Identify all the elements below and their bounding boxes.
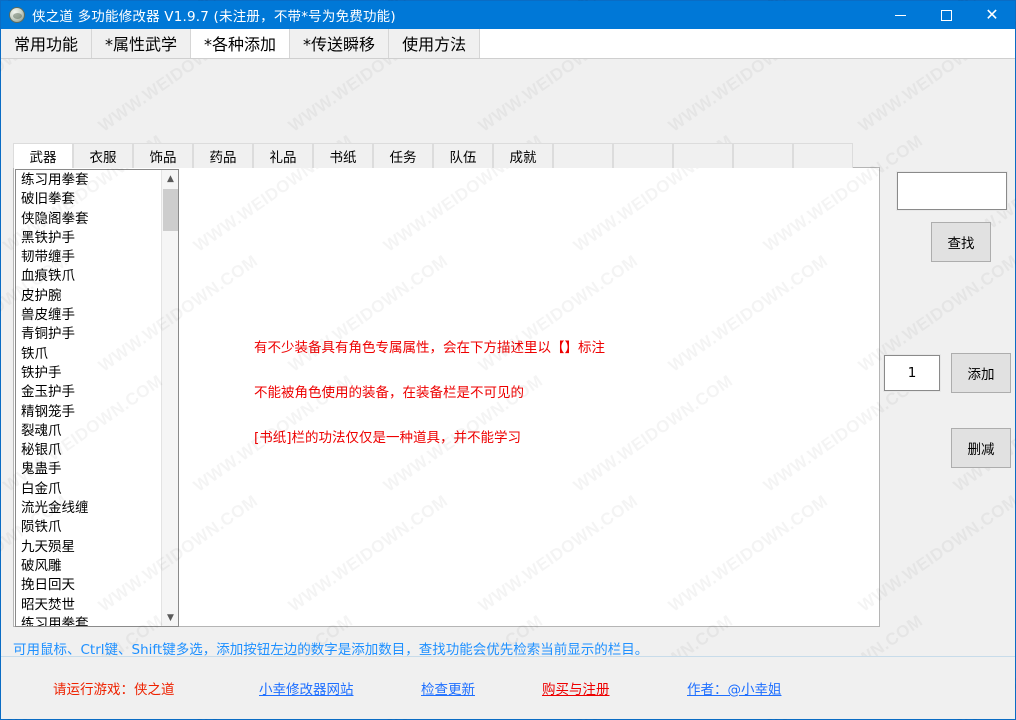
sub-tab-13[interactable] <box>793 143 853 168</box>
description-line-1: 不能被角色使用的装备，在装备栏是不可见的 <box>254 385 524 401</box>
list-item[interactable]: 裂魂爪 <box>16 422 161 441</box>
description-notes: 有不少装备具有角色专属属性，会在下方描述里以【】标注 不能被角色使用的装备，在装备… <box>254 336 605 471</box>
list-scrollbar[interactable]: ▲ ▼ <box>161 170 178 626</box>
site-link[interactable]: 小幸修改器网站 <box>259 678 354 698</box>
sub-tab-0[interactable]: 武器 <box>13 143 73 168</box>
content-area: 武器 衣服 饰品 药品 礼品 书纸 任务 队伍 成就 有不少装备具有角色专属属性，会在下方描述里… <box>1 59 1015 719</box>
description-line-2: [书纸]栏的功法仅仅是一种道具，并不能学习 <box>254 430 522 446</box>
sub-tab-bar: 武器 衣服 饰品 药品 礼品 书纸 任务 队伍 成就 <box>13 143 853 168</box>
sub-tab-10[interactable] <box>613 143 673 168</box>
sub-tab-6[interactable]: 任务 <box>373 143 433 168</box>
close-button[interactable]: ✕ <box>969 1 1015 29</box>
sub-tab-8[interactable]: 成就 <box>493 143 553 168</box>
list-item[interactable]: 兽皮缠手 <box>16 306 161 325</box>
list-item[interactable]: 练习用拳套 <box>16 171 161 190</box>
title-bar: 侠之道 多功能修改器 V1.9.7 (未注册，不带*号为免费功能) ✕ <box>1 1 1015 29</box>
list-item[interactable]: 金玉护手 <box>16 383 161 402</box>
check-update-link[interactable]: 检查更新 <box>421 678 475 698</box>
list-item[interactable]: 鬼蛊手 <box>16 460 161 479</box>
sub-tab-12[interactable] <box>733 143 793 168</box>
run-game-status: 请运行游戏：侠之道 <box>53 682 175 698</box>
list-item[interactable]: 皮护腕 <box>16 287 161 306</box>
app-sphere-icon <box>9 7 25 23</box>
sub-tab-2[interactable]: 饰品 <box>133 143 193 168</box>
minimize-button[interactable] <box>877 1 923 29</box>
purchase-link[interactable]: 购买与注册 <box>542 678 610 698</box>
chevron-up-icon[interactable]: ▲ <box>162 170 178 187</box>
list-item[interactable]: 挽日回天 <box>16 576 161 595</box>
sub-tab-9[interactable] <box>553 143 613 168</box>
list-item[interactable]: 侠隐阁拳套 <box>16 210 161 229</box>
maximize-icon <box>940 9 952 21</box>
main-tab-3[interactable]: *传送瞬移 <box>290 28 390 58</box>
list-item[interactable]: 九天殒星 <box>16 538 161 557</box>
minimize-icon <box>894 14 906 16</box>
remove-button[interactable]: 删减 <box>951 428 1011 468</box>
list-item[interactable]: 破旧拳套 <box>16 190 161 209</box>
sub-tab-1[interactable]: 衣服 <box>73 143 133 168</box>
main-tab-0[interactable]: 常用功能 <box>1 28 93 58</box>
sub-tab-11[interactable] <box>673 143 733 168</box>
find-button[interactable]: 查找 <box>931 222 991 262</box>
list-item[interactable]: 韧带缠手 <box>16 248 161 267</box>
list-item[interactable]: 铁护手 <box>16 364 161 383</box>
add-button[interactable]: 添加 <box>951 353 1011 393</box>
footer-bar: 请运行游戏：侠之道 小幸修改器网站 检查更新 购买与注册 作者：@小幸姐 <box>1 656 1015 719</box>
sub-tab-4[interactable]: 礼品 <box>253 143 313 168</box>
description-line-0: 有不少装备具有角色专属属性，会在下方描述里以【】标注 <box>254 340 605 356</box>
sub-tab-5[interactable]: 书纸 <box>313 143 373 168</box>
list-item[interactable]: 青铜护手 <box>16 325 161 344</box>
app-window: 侠之道 多功能修改器 V1.9.7 (未注册，不带*号为免费功能) ✕ 常用功能… <box>0 0 1016 720</box>
list-item[interactable]: 破风雕 <box>16 557 161 576</box>
item-list[interactable]: 练习用拳套 破旧拳套 侠隐阁拳套 黑铁护手 韧带缠手 血痕铁爪 皮护腕 兽皮缠手 青铜护手 铁爪铁… <box>16 170 161 626</box>
list-item[interactable]: 黑铁护手 <box>16 229 161 248</box>
list-item[interactable]: 流光金线缠 <box>16 499 161 518</box>
sub-tab-7[interactable]: 队伍 <box>433 143 493 168</box>
main-tab-4[interactable]: 使用方法 <box>389 28 481 58</box>
sub-tab-3[interactable]: 药品 <box>193 143 253 168</box>
list-item[interactable]: 陨铁爪 <box>16 518 161 537</box>
list-item[interactable]: 白金爪 <box>16 480 161 499</box>
main-tab-bar: 常用功能 *属性武学 *各种添加 *传送瞬移 使用方法 <box>1 28 1015 59</box>
maximize-button[interactable] <box>923 1 969 29</box>
search-input[interactable] <box>896 171 1008 211</box>
window-controls: ✕ <box>877 1 1015 29</box>
scrollbar-thumb[interactable] <box>163 189 178 231</box>
main-tab-2[interactable]: *各种添加 <box>191 28 291 58</box>
list-item[interactable]: 昭天焚世 <box>16 596 161 615</box>
close-icon: ✕ <box>985 5 999 24</box>
list-item[interactable]: 血痕铁爪 <box>16 267 161 286</box>
list-item[interactable]: 秘银爪 <box>16 441 161 460</box>
author-link[interactable]: 作者：@小幸姐 <box>687 678 782 698</box>
quantity-input[interactable]: 1 <box>883 354 941 392</box>
item-listbox[interactable]: 练习用拳套 破旧拳套 侠隐阁拳套 黑铁护手 韧带缠手 血痕铁爪 皮护腕 兽皮缠手 青铜护手 铁爪铁… <box>15 169 179 627</box>
list-item[interactable]: 练习用拳套 <box>16 615 161 626</box>
main-tab-1[interactable]: *属性武学 <box>92 28 192 58</box>
chevron-down-icon[interactable]: ▼ <box>162 609 178 626</box>
window-title: 侠之道 多功能修改器 V1.9.7 (未注册，不带*号为免费功能) <box>32 9 396 25</box>
list-item[interactable]: 精钢笼手 <box>16 403 161 422</box>
list-item[interactable]: 铁爪 <box>16 345 161 364</box>
